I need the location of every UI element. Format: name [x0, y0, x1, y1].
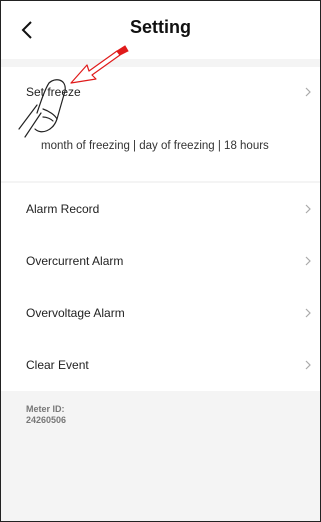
overcurrent-alarm-item[interactable]: Overcurrent Alarm [1, 235, 320, 287]
phone-screen: Setting Set freeze month of freezing | d… [0, 0, 321, 522]
meter-id-value: 24260506 [26, 415, 67, 425]
chevron-right-icon [304, 87, 312, 97]
chevron-right-icon [304, 360, 312, 370]
chevron-right-icon [304, 256, 312, 266]
menu-item-label: Overvoltage Alarm [26, 306, 125, 320]
settings-list: Alarm Record Overcurrent Alarm Overvolta… [1, 183, 320, 391]
menu-item-label: Overcurrent Alarm [26, 254, 124, 268]
set-freeze-label: Set freeze [26, 85, 81, 99]
freeze-card: Set freeze month of freezing | day of fr… [1, 67, 320, 181]
meter-id-block: Meter ID: 24260506 [26, 404, 66, 426]
page-title: Setting [130, 17, 191, 37]
overvoltage-alarm-item[interactable]: Overvoltage Alarm [1, 287, 320, 339]
menu-item-label: Alarm Record [26, 202, 100, 216]
freeze-description: month of freezing | day of freezing | 18… [41, 140, 269, 152]
chevron-right-icon [304, 308, 312, 318]
meter-id-label: Meter ID: [26, 404, 65, 414]
menu-item-label: Clear Event [26, 358, 89, 372]
clear-event-item[interactable]: Clear Event [1, 339, 320, 391]
chevron-right-icon [304, 204, 312, 214]
set-freeze-item[interactable]: Set freeze [1, 67, 320, 117]
alarm-record-item[interactable]: Alarm Record [1, 183, 320, 235]
app-header: Setting [1, 1, 320, 59]
